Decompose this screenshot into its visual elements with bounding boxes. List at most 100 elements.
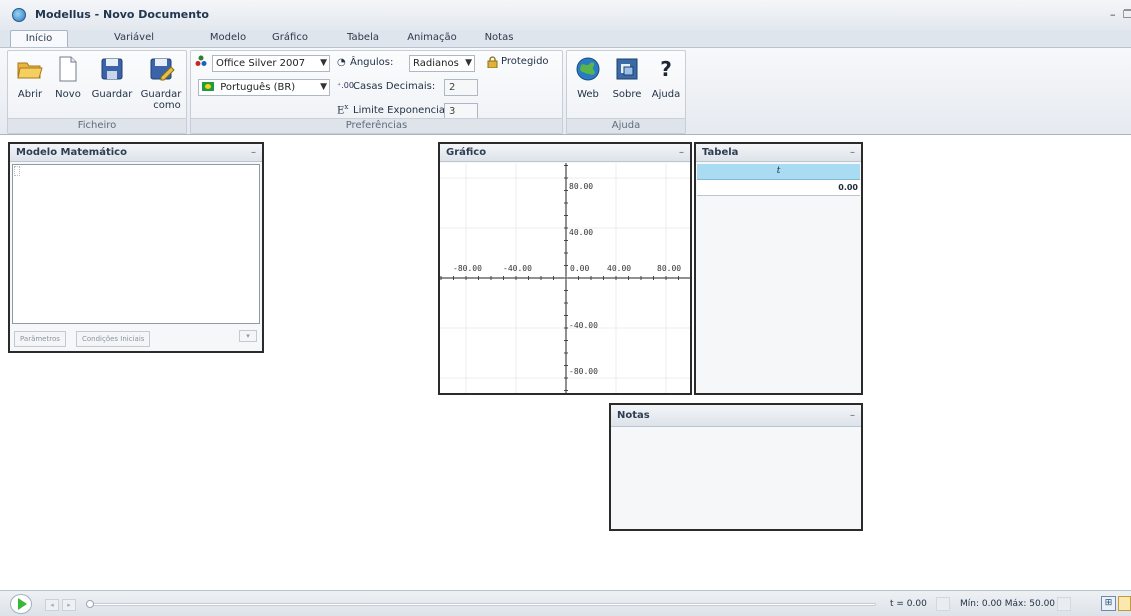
play-icon: [18, 598, 27, 610]
line-marker-icon: [14, 166, 20, 176]
angles-label: Ângulos:: [350, 57, 394, 68]
minimize-button[interactable]: –: [1110, 8, 1116, 21]
y-tick-label: 80.00: [569, 182, 594, 191]
theme-icon: [195, 55, 207, 70]
chevron-down-icon: ▼: [320, 58, 327, 68]
tab-tabela[interactable]: Tabela: [338, 30, 388, 47]
status-bar: ◂ ▸ t = 0.00 Mín: 0.00 Máx: 50.00 ⊞: [0, 590, 1131, 616]
help-button[interactable]: ? Ajuda: [649, 55, 683, 100]
panel-header: Notas –: [611, 405, 861, 427]
group-ficheiro: Abrir Novo Guardar Guardar como Ficheiro: [7, 50, 187, 134]
range-readout: Mín: 0.00 Máx: 50.00: [960, 599, 1056, 609]
tab-modelo[interactable]: Modelo: [204, 30, 252, 47]
theme-select[interactable]: Office Silver 2007 ▼: [212, 55, 330, 72]
decimals-input[interactable]: 2: [444, 79, 478, 96]
tab-grafico[interactable]: Gráfico: [262, 30, 318, 47]
brazil-flag-icon: [202, 82, 214, 91]
step-back-button[interactable]: ◂: [45, 599, 59, 611]
x-tick-label: 40.00: [607, 264, 632, 273]
save-as-label-2: como: [153, 100, 181, 111]
tab-variavel-independente[interactable]: Variável Independente: [78, 30, 190, 59]
language-value: Português (BR): [220, 82, 296, 93]
chevron-down-icon: ▼: [320, 82, 327, 92]
panel-title: Gráfico: [446, 147, 487, 158]
y-tick-label: 40.00: [569, 228, 594, 237]
group-ajuda: Web Sobre ? Ajuda Ajuda: [566, 50, 686, 134]
new-button[interactable]: Novo: [50, 55, 86, 100]
panel-tabela: Tabela – t 0.00: [694, 142, 863, 395]
tab-animacao[interactable]: Animação: [400, 30, 464, 47]
title-bar: Modellus - Novo Documento – ❐: [0, 0, 1131, 30]
y-tick-label: -80.00: [569, 367, 598, 376]
panel-notas: Notas –: [609, 403, 863, 531]
minimize-panel-button[interactable]: –: [679, 144, 684, 161]
theme-value: Office Silver 2007: [216, 58, 306, 69]
minimize-panel-button[interactable]: –: [251, 144, 256, 161]
notes-editor[interactable]: [611, 428, 861, 529]
graph-area[interactable]: -80.00 -40.00 0.00 40.00 80.00 80.00 40.…: [440, 163, 690, 393]
decimals-icon: ⁺.00: [337, 81, 354, 90]
panel-modelo-matematico: Modelo Matemático – Parâmetros Condições…: [8, 142, 264, 353]
web-label: Web: [577, 89, 599, 100]
tab-notas[interactable]: Notas: [478, 30, 520, 47]
angles-value: Radianos: [413, 58, 459, 69]
save-as-button[interactable]: Guardar como: [138, 55, 184, 111]
globe-icon: [574, 55, 602, 83]
time-step-button[interactable]: [936, 597, 950, 611]
about-label: Sobre: [612, 89, 642, 100]
restore-button[interactable]: ❐: [1123, 8, 1131, 21]
web-button[interactable]: Web: [571, 55, 605, 100]
time-readout: t = 0.00: [890, 599, 927, 609]
group-preferencias: Office Silver 2007 ▼ Português (BR) ▼ ◔ …: [190, 50, 563, 134]
x-tick-label: 80.00: [657, 264, 682, 273]
tab-inicio[interactable]: Início: [10, 30, 68, 47]
app-icon[interactable]: [12, 8, 26, 22]
help-label: Ajuda: [651, 89, 681, 100]
open-label: Abrir: [17, 89, 43, 100]
minimize-panel-button[interactable]: –: [850, 144, 855, 161]
time-slider[interactable]: [86, 600, 876, 608]
save-as-icon: [147, 55, 175, 83]
save-button[interactable]: Guardar: [90, 55, 134, 100]
model-editor[interactable]: [12, 164, 260, 324]
window-title: Modellus - Novo Documento: [35, 8, 209, 21]
table-cell[interactable]: 0.00: [697, 180, 860, 196]
panel-title: Modelo Matemático: [16, 147, 127, 158]
protected-toggle[interactable]: Protegido: [501, 56, 549, 67]
open-button[interactable]: Abrir: [14, 55, 46, 100]
y-tick-label: -40.00: [569, 321, 598, 330]
layout-icon[interactable]: ⊞: [1101, 596, 1116, 611]
angles-icon: ◔: [337, 57, 346, 68]
exp-limit-label: Limite Exponencial:: [353, 105, 452, 116]
chevron-down-icon[interactable]: ▾: [239, 330, 257, 342]
slider-handle[interactable]: [86, 600, 94, 608]
step-forward-button[interactable]: ▸: [62, 599, 76, 611]
group-caption-ficheiro: Ficheiro: [8, 118, 186, 133]
table-column-header[interactable]: t: [697, 164, 860, 180]
notes-toggle-icon[interactable]: [1118, 596, 1131, 611]
save-label: Guardar: [91, 89, 133, 100]
save-icon: [98, 55, 126, 83]
group-caption-preferencias: Preferências: [191, 118, 562, 133]
chevron-down-icon: ▼: [465, 58, 472, 68]
language-select[interactable]: Português (BR) ▼: [198, 79, 330, 96]
save-as-label: Guardar: [140, 89, 182, 100]
x-tick-label: 0.00: [570, 264, 590, 273]
initial-conditions-button[interactable]: Condições Iniciais: [76, 331, 151, 347]
minimize-panel-button[interactable]: –: [850, 405, 855, 426]
panel-header: Tabela –: [696, 144, 861, 162]
exponent-icon: Ex: [337, 103, 349, 117]
folder-open-icon: [16, 55, 44, 83]
help-icon: ?: [660, 57, 672, 81]
angles-select[interactable]: Radianos ▼: [409, 55, 475, 72]
about-button[interactable]: Sobre: [609, 55, 645, 100]
play-button[interactable]: [10, 594, 32, 614]
parameters-button[interactable]: Parâmetros: [14, 331, 66, 347]
panel-header: Gráfico –: [440, 144, 690, 162]
ribbon-tabs: Início Variável Independente Modelo Gráf…: [0, 30, 1131, 59]
panel-header: Modelo Matemático –: [10, 144, 262, 162]
range-button[interactable]: [1057, 597, 1071, 611]
lock-icon: [487, 56, 498, 71]
panel-title: Notas: [617, 410, 650, 421]
x-tick-label: -80.00: [453, 264, 482, 273]
